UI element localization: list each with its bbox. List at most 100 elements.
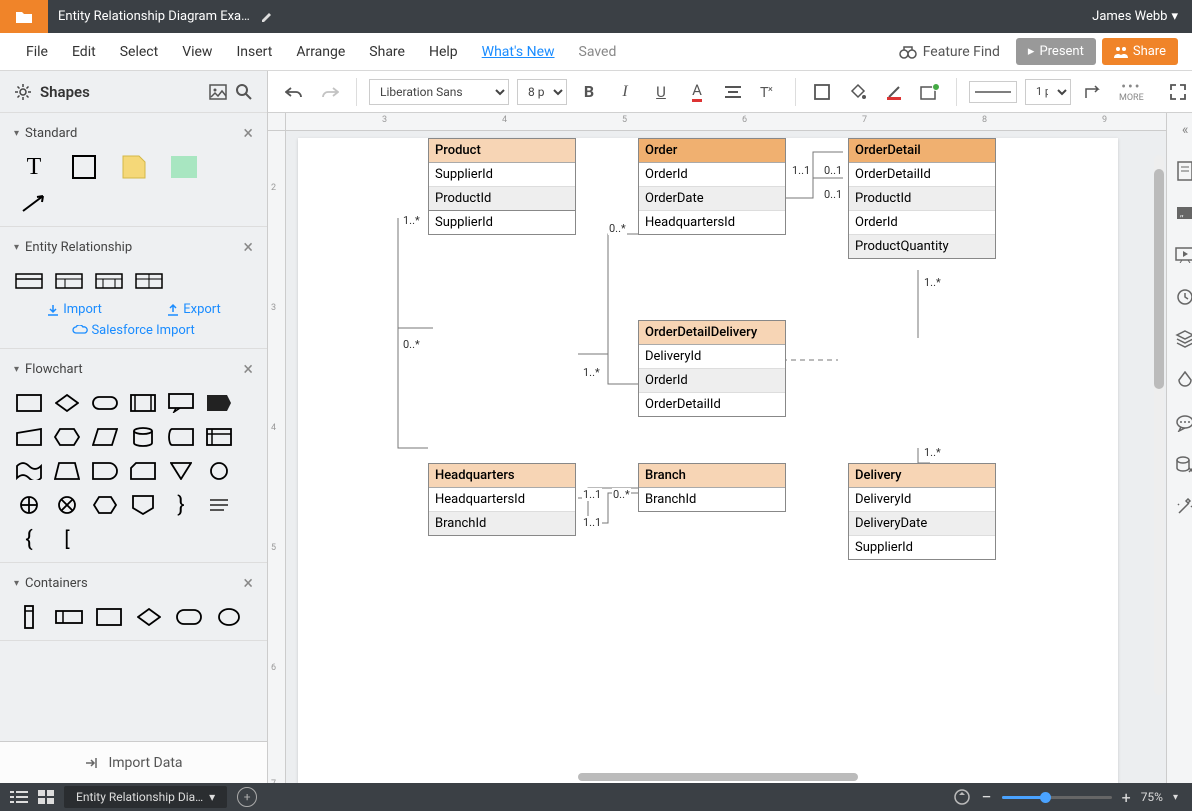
menu-arrange[interactable]: Arrange (284, 44, 357, 60)
vertical-scrollbar[interactable] (1154, 155, 1164, 695)
caret-down-icon[interactable]: ▾ (14, 578, 19, 589)
fc-list[interactable] (204, 492, 234, 518)
zoom-level[interactable]: 75% (1141, 790, 1163, 804)
close-icon[interactable]: × (243, 237, 253, 258)
fullscreen-button[interactable] (1164, 78, 1192, 106)
entity-headquarters[interactable]: Headquarters HeadquartersId BranchId (428, 463, 576, 536)
zoom-slider[interactable] (1002, 796, 1112, 799)
clear-format-button[interactable]: T× (755, 78, 783, 106)
search-icon[interactable] (235, 83, 253, 101)
user-menu[interactable]: James Webb ▾ (1078, 9, 1192, 24)
image-icon[interactable] (209, 84, 227, 100)
feature-find[interactable]: Feature Find (889, 44, 1010, 60)
bold-button[interactable]: B (575, 78, 603, 106)
themes-icon[interactable] (1177, 369, 1192, 393)
gear-icon[interactable] (14, 83, 32, 101)
redo-button[interactable] (316, 78, 344, 106)
align-button[interactable] (719, 78, 747, 106)
fc-delay[interactable] (90, 458, 120, 484)
fc-rect[interactable] (14, 390, 44, 416)
fc-or[interactable] (14, 492, 44, 518)
shape-button[interactable] (808, 78, 836, 106)
fc-callout[interactable] (166, 390, 196, 416)
import-data-button[interactable]: Import Data (0, 741, 267, 783)
fc-internal[interactable] (204, 424, 234, 450)
comments-icon[interactable]: ,, (1176, 201, 1192, 225)
pencil-icon[interactable] (260, 10, 274, 24)
page-tab[interactable]: Entity Relationship Dia… ▾ (64, 786, 227, 808)
fc-card[interactable] (128, 458, 158, 484)
entity-order[interactable]: Order OrderId OrderDate HeadquartersId (638, 138, 786, 235)
fc-db[interactable] (128, 424, 158, 450)
cont-1[interactable] (14, 604, 44, 630)
fc-manual[interactable] (14, 424, 44, 450)
fc-loop[interactable] (90, 492, 120, 518)
entity-delivery[interactable]: Delivery DeliveryId DeliveryDate Supplie… (848, 463, 996, 560)
fc-trap[interactable] (52, 458, 82, 484)
shape-er2[interactable] (54, 268, 84, 294)
caret-down-icon[interactable]: ▾ (14, 364, 19, 375)
grid-view-icon[interactable] (38, 790, 54, 804)
auto-zoom-icon[interactable] (953, 788, 971, 806)
text-color-button[interactable]: A (683, 78, 711, 106)
line-width-select[interactable]: 1 px (1025, 79, 1071, 105)
fc-circle[interactable] (204, 458, 234, 484)
canvas[interactable]: 3456789 234567 (268, 113, 1192, 783)
italic-button[interactable]: I (611, 78, 639, 106)
menu-edit[interactable]: Edit (60, 44, 108, 60)
chat-icon[interactable] (1175, 411, 1192, 435)
layers-icon[interactable] (1175, 327, 1192, 351)
shape-options-button[interactable] (916, 78, 944, 106)
more-button[interactable]: •••MORE (1115, 80, 1148, 103)
diagram-page[interactable]: Supplier DeliveryId DeliveryDate Supplie… (298, 138, 1118, 783)
menu-share[interactable]: Share (357, 44, 417, 60)
shape-note[interactable] (114, 154, 154, 180)
fc-hex[interactable] (52, 424, 82, 450)
collapse-icon[interactable]: « (1182, 119, 1189, 141)
caret-down-icon[interactable]: ▾ (14, 128, 19, 139)
shape-rect[interactable] (64, 154, 104, 180)
section-flowchart[interactable]: Flowchart (25, 362, 243, 377)
shape-block[interactable] (164, 154, 204, 180)
close-icon[interactable]: × (243, 123, 253, 144)
shape-arrow[interactable] (14, 190, 54, 216)
menu-help[interactable]: Help (417, 44, 470, 60)
present-button[interactable]: ▸ Present (1016, 38, 1096, 65)
line-type-button[interactable] (1079, 78, 1107, 106)
fc-brace-r[interactable]: } (166, 492, 196, 518)
section-er[interactable]: Entity Relationship (25, 240, 243, 255)
entity-branch[interactable]: Branch BranchId (638, 463, 786, 512)
horizontal-scrollbar[interactable] (578, 773, 858, 781)
menu-insert[interactable]: Insert (224, 44, 284, 60)
fc-diamond[interactable] (52, 390, 82, 416)
menu-file[interactable]: File (14, 44, 60, 60)
cont-5[interactable] (174, 604, 204, 630)
border-color-button[interactable] (880, 78, 908, 106)
zoom-out-button[interactable]: − (981, 787, 991, 808)
cont-6[interactable] (214, 604, 244, 630)
folder-icon[interactable] (0, 0, 48, 33)
fc-bracket[interactable]: [ (52, 526, 82, 552)
shape-er3[interactable] (94, 268, 124, 294)
fontsize-select[interactable]: 8 pt (517, 79, 567, 105)
history-icon[interactable] (1176, 285, 1192, 309)
entity-orderdetail[interactable]: OrderDetail OrderDetailId ProductId Orde… (848, 138, 996, 259)
section-standard[interactable]: Standard (25, 126, 243, 141)
close-icon[interactable]: × (243, 359, 253, 380)
share-button[interactable]: Share (1102, 38, 1178, 65)
menu-select[interactable]: Select (108, 44, 170, 60)
cont-4[interactable] (134, 604, 164, 630)
fc-offpage[interactable] (128, 492, 158, 518)
export-link[interactable]: Export (166, 302, 221, 317)
data-icon[interactable] (1175, 453, 1192, 477)
fill-button[interactable] (844, 78, 872, 106)
underline-button[interactable]: U (647, 78, 675, 106)
menu-view[interactable]: View (170, 44, 224, 60)
fc-terminator[interactable] (90, 390, 120, 416)
list-view-icon[interactable] (10, 790, 28, 804)
magic-icon[interactable] (1176, 495, 1192, 519)
entity-product[interactable]: Product SupplierId ProductId (428, 138, 576, 211)
fc-storage[interactable] (166, 424, 196, 450)
page-settings-icon[interactable] (1176, 159, 1192, 183)
fc-merge[interactable] (166, 458, 196, 484)
